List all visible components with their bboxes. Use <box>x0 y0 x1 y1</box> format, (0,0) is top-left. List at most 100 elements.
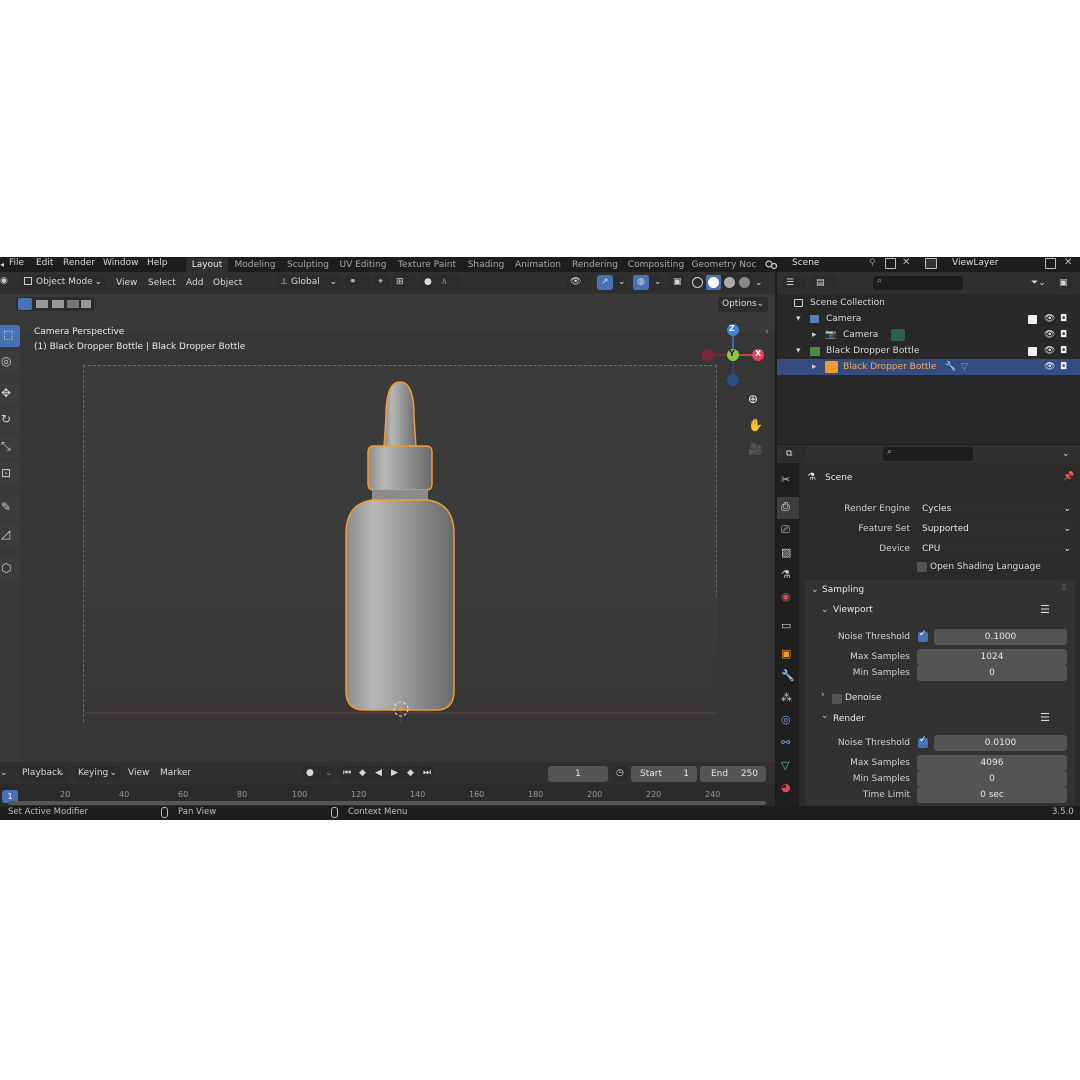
vp-max-samples-field[interactable]: 1024 <box>917 649 1067 665</box>
camera-render-icon[interactable]: ◘ <box>1060 343 1067 359</box>
bottle-model[interactable] <box>345 381 455 711</box>
outliner-row-bottle-object[interactable]: ▸ Black Dropper Bottle 🔧 ▽ 👁 ◘ <box>777 359 1080 375</box>
transform-orientation-dropdown[interactable]: ⟂ Global ⌄ <box>277 275 341 290</box>
next-keyframe-button[interactable]: ◆ <box>403 766 418 781</box>
vp-min-samples-field[interactable]: 0 <box>917 665 1067 681</box>
start-frame-field[interactable]: Start 1 <box>631 766 697 782</box>
jump-end-button[interactable]: ⏭ <box>419 766 434 781</box>
r-noise-threshold-field[interactable]: 0.0100 <box>934 735 1067 751</box>
collapse-sidebar-icon[interactable]: ‹ <box>765 327 769 337</box>
editor-type-icon[interactable]: ◂ <box>0 260 6 269</box>
delete-scene-icon[interactable]: ✕ <box>902 257 910 268</box>
camera-data-icon[interactable] <box>891 329 905 341</box>
wireframe-shading-icon[interactable] <box>692 277 703 288</box>
constraints-tab-icon[interactable]: ⚯ <box>781 736 790 749</box>
r-noise-threshold-checkbox[interactable]: ✓ <box>918 735 928 748</box>
editor-type-button[interactable]: ⌄ <box>0 766 8 781</box>
pivot-dropdown[interactable]: ⚭ <box>345 275 371 290</box>
expand-arrow-icon[interactable]: ▾ <box>796 311 801 327</box>
output-tab-icon[interactable]: ⎚ <box>781 523 790 537</box>
tool-move[interactable]: ✥ <box>0 383 20 405</box>
data-tab-icon[interactable]: ▽ <box>781 759 789 772</box>
play-reverse-button[interactable]: ◀ <box>371 766 386 781</box>
tab-animation[interactable]: Animation <box>512 258 564 272</box>
menu-add[interactable]: Add <box>186 276 203 291</box>
tool-scale[interactable]: ⤡ <box>0 436 20 458</box>
end-frame-field[interactable]: End 250 <box>700 766 766 782</box>
particles-tab-icon[interactable]: ⁂ <box>781 691 792 704</box>
tab-rendering[interactable]: Rendering <box>569 258 621 272</box>
timeline[interactable]: ⌄ Playback ⌄ Keying ⌄ View Marker ● ⌄ ⏮ ◆ … <box>0 762 775 808</box>
select-mode-group[interactable] <box>16 297 94 311</box>
falloff-dropdown[interactable]: ∧ <box>437 275 461 290</box>
camera-render-icon[interactable]: ◘ <box>1060 311 1067 327</box>
view-layer-tab-icon[interactable]: ▨ <box>781 546 791 559</box>
filter-icon[interactable]: ⏷⌄ <box>1031 276 1046 291</box>
tool-add-cube[interactable]: ⬡ <box>0 558 20 580</box>
physics-tab-icon[interactable]: ◎ <box>781 713 791 726</box>
object-tab-icon[interactable]: ▣ <box>781 647 791 660</box>
options-dropdown[interactable]: Options ⌄ <box>718 297 768 312</box>
view-layer-icon[interactable] <box>925 258 937 269</box>
overlay-dropdown[interactable]: ⌄ <box>650 275 662 290</box>
material-tab-icon[interactable]: ◕ <box>781 781 791 794</box>
tab-modeling[interactable]: Modeling <box>232 258 278 272</box>
new-view-layer-icon[interactable] <box>1045 258 1056 269</box>
tab-layout[interactable]: Layout <box>186 258 228 272</box>
menu-object[interactable]: Object <box>213 276 242 291</box>
select-subtract-icon[interactable] <box>52 300 64 308</box>
keying-dropdown[interactable]: Keying ⌄ <box>74 766 120 781</box>
menu-edit[interactable]: Edit <box>36 257 53 272</box>
menu-help[interactable]: Help <box>147 257 168 272</box>
denoise-checkbox[interactable] <box>832 694 842 704</box>
tool-transform[interactable]: ⊡ <box>0 463 20 485</box>
preview-range-toggle[interactable]: ◷ <box>612 766 628 781</box>
scene-name-field[interactable]: Scene <box>792 257 819 270</box>
scene-tab-icon[interactable]: ⚗ <box>781 568 791 581</box>
visibility-dropdown[interactable]: 👁 <box>566 275 592 290</box>
display-mode-dropdown[interactable]: ▤ <box>812 276 836 291</box>
tool-tab-icon[interactable]: ✂ <box>781 473 790 486</box>
snap-target-dropdown[interactable]: ⊞ <box>392 275 416 290</box>
pin-icon[interactable]: ⚲ <box>869 258 876 268</box>
tool-annotate[interactable]: ✎ <box>0 497 20 519</box>
delete-view-layer-icon[interactable]: ✕ <box>1064 257 1072 268</box>
zoom-icon[interactable]: ⊕ <box>748 392 758 406</box>
outliner-row-scene-collection[interactable]: Scene Collection <box>777 295 1080 311</box>
world-tab-icon[interactable]: ◉ <box>781 590 791 603</box>
outliner-row-camera-collection[interactable]: ▾ Camera 👁 ◘ <box>777 311 1080 327</box>
new-scene-icon[interactable] <box>885 258 896 269</box>
gizmo-toggle[interactable]: ↗ <box>597 275 613 290</box>
include-checkbox[interactable] <box>1028 315 1037 324</box>
time-limit-field[interactable]: 0 sec <box>917 787 1067 803</box>
menu-render[interactable]: Render <box>63 257 95 272</box>
auto-keying-toggle[interactable]: ● <box>302 766 320 781</box>
snap-toggle[interactable]: ⌖ <box>374 275 390 290</box>
collection-tab-icon[interactable]: ▭ <box>781 619 791 632</box>
tab-shading[interactable]: Shading <box>465 258 507 272</box>
outliner-editor-type[interactable]: ☰ <box>782 276 806 291</box>
expand-arrow-icon[interactable]: ▸ <box>812 359 817 375</box>
tool-rotate[interactable]: ↻ <box>0 409 20 431</box>
select-invert-icon[interactable] <box>67 300 79 308</box>
camera-render-icon[interactable]: ◘ <box>1060 359 1067 375</box>
material-shading-icon[interactable] <box>724 277 735 288</box>
new-collection-button[interactable]: ▣ <box>1055 276 1073 291</box>
menu-window[interactable]: Window <box>103 257 139 272</box>
camera-view-icon[interactable]: 🎥 <box>748 442 763 456</box>
xray-toggle[interactable]: ▣ <box>669 275 685 290</box>
tab-sculpting[interactable]: Sculpting <box>284 258 332 272</box>
outliner-search-input[interactable]: ⌕ <box>873 276 963 290</box>
outliner-row-bottle-collection[interactable]: ▾ Black Dropper Bottle 👁 ◘ <box>777 343 1080 359</box>
shading-dropdown[interactable]: ⌄ <box>755 276 763 291</box>
modifier-tab-icon[interactable]: 🔧 <box>781 669 795 682</box>
scene-icon[interactable] <box>765 259 779 270</box>
current-frame-field[interactable]: 1 <box>548 766 608 782</box>
vp-noise-threshold-checkbox[interactable]: ✓ <box>918 629 928 642</box>
timeline-menu-view[interactable]: View <box>128 766 149 781</box>
rendered-shading-icon[interactable] <box>739 277 750 288</box>
modifier-wrench-icon[interactable]: 🔧 <box>945 359 956 375</box>
camera-render-icon[interactable]: ◘ <box>1060 327 1067 343</box>
playback-dropdown[interactable]: Playback ⌄ <box>18 766 68 781</box>
menu-view[interactable]: View <box>116 276 137 291</box>
